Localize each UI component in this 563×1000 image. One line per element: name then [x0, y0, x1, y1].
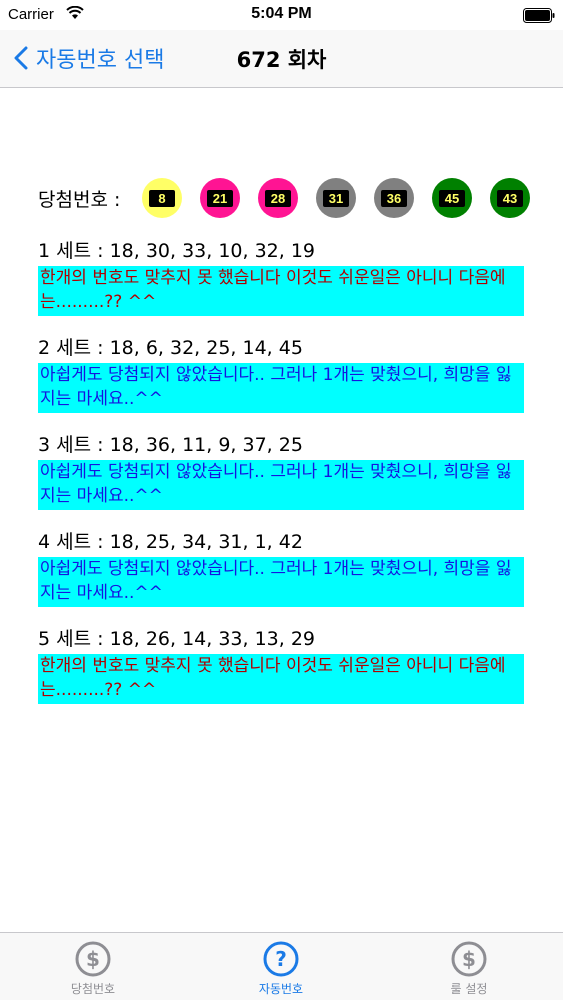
- set-block: 4 세트 : 18, 25, 34, 31, 1, 42 아쉽게도 당첨되지 않…: [38, 527, 524, 607]
- winning-numbers-label: 당첨번호 :: [38, 188, 121, 211]
- tab-rule-settings[interactable]: $ 룰 설정: [399, 933, 539, 1000]
- svg-text:?: ?: [275, 947, 287, 971]
- status-bar: Carrier 5:04 PM: [0, 0, 563, 30]
- dollar-icon: $: [75, 941, 111, 977]
- set-block: 5 세트 : 18, 26, 14, 33, 13, 29 한개의 번호도 맞추…: [38, 624, 524, 704]
- set-result-message: 아쉽게도 당첨되지 않았습니다.. 그러나 1개는 맞췄으니, 희망을 잃지는 …: [38, 460, 524, 510]
- lotto-ball: 8: [142, 178, 182, 218]
- set-title: 3 세트 : 18, 36, 11, 9, 37, 25: [38, 434, 303, 456]
- svg-text:$: $: [462, 947, 476, 971]
- set-block: 1 세트 : 18, 30, 33, 10, 32, 19 한개의 번호도 맞추…: [38, 236, 524, 316]
- lotto-ball-number: 36: [380, 189, 408, 207]
- set-title: 5 세트 : 18, 26, 14, 33, 13, 29: [38, 628, 316, 650]
- tab-bar: $ 당첨번호 ? 자동번호 $ 룰 설정: [0, 932, 563, 1000]
- svg-text:$: $: [86, 947, 100, 971]
- set-result-message: 한개의 번호도 맞추지 못 했습니다 이것도 쉬운일은 아니니 다음에는....…: [38, 654, 524, 704]
- set-result-message: 한개의 번호도 맞추지 못 했습니다 이것도 쉬운일은 아니니 다음에는....…: [38, 266, 524, 316]
- set-title: 4 세트 : 18, 25, 34, 31, 1, 42: [38, 531, 303, 553]
- question-icon: ?: [263, 941, 299, 977]
- lotto-ball: 36: [374, 178, 414, 218]
- set-result-message: 아쉽게도 당첨되지 않았습니다.. 그러나 1개는 맞췄으니, 희망을 잃지는 …: [38, 557, 524, 607]
- lotto-ball: 45: [432, 178, 472, 218]
- set-result-message: 아쉽게도 당첨되지 않았습니다.. 그러나 1개는 맞췄으니, 희망을 잃지는 …: [38, 363, 524, 413]
- tab-label: 당첨번호: [70, 982, 116, 996]
- lotto-ball: 21: [200, 178, 240, 218]
- lotto-ball-number: 45: [438, 189, 466, 207]
- tab-label: 자동번호: [258, 982, 304, 996]
- tab-label: 룰 설정: [450, 982, 488, 996]
- set-block: 3 세트 : 18, 36, 11, 9, 37, 25 아쉽게도 당첨되지 않…: [38, 430, 524, 510]
- lotto-ball-number: 31: [322, 189, 350, 207]
- status-time: 5:04 PM: [251, 5, 312, 22]
- page-title: 672 회차: [236, 48, 327, 72]
- navigation-bar: 자동번호 선택 672 회차: [0, 30, 563, 88]
- lotto-ball: 28: [258, 178, 298, 218]
- lotto-ball-number: 43: [496, 189, 524, 207]
- winning-balls: 8 21 28 31 36 45 43: [142, 178, 562, 218]
- lotto-ball: 31: [316, 178, 356, 218]
- lotto-ball-number: 8: [149, 189, 175, 207]
- winning-numbers-row: 당첨번호 : 8 21 28 31 36 45 43: [38, 178, 530, 218]
- set-title: 2 세트 : 18, 6, 32, 25, 14, 45: [38, 337, 303, 359]
- tab-winning-numbers[interactable]: $ 당첨번호: [23, 933, 163, 1000]
- set-title: 1 세트 : 18, 30, 33, 10, 32, 19: [38, 240, 316, 262]
- set-block: 2 세트 : 18, 6, 32, 25, 14, 45 아쉽게도 당첨되지 않…: [38, 333, 524, 413]
- dollar-icon: $: [451, 941, 487, 977]
- lotto-ball-number: 28: [264, 189, 292, 207]
- lotto-ball-number: 21: [206, 189, 234, 207]
- lotto-ball: 43: [490, 178, 530, 218]
- battery-icon: [523, 8, 555, 23]
- tab-auto-numbers[interactable]: ? 자동번호: [211, 933, 351, 1000]
